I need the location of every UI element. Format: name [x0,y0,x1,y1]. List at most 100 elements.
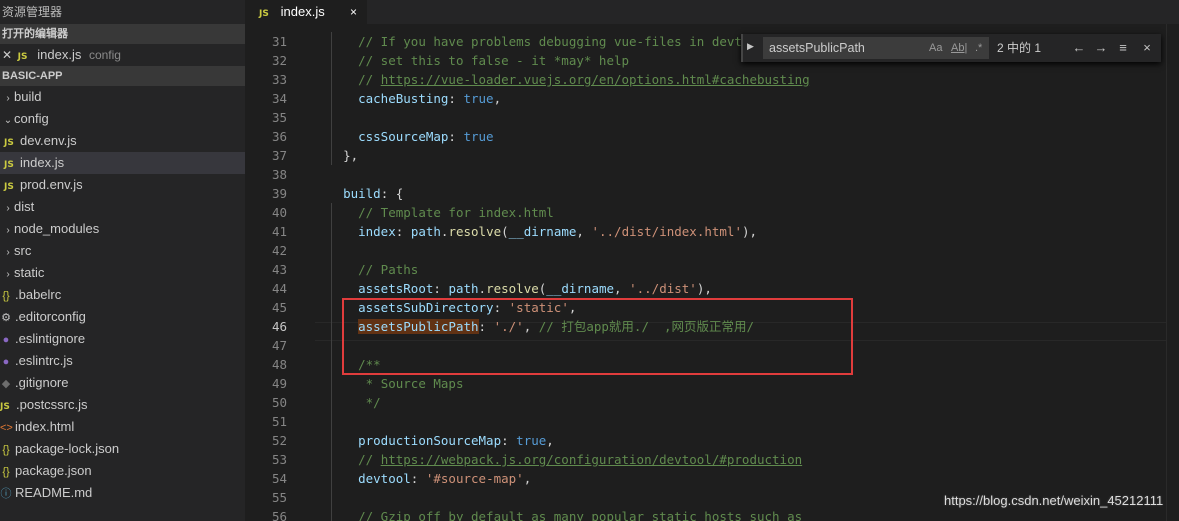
code-line[interactable]: // https://vue-loader.vuejs.org/en/optio… [328,70,1168,89]
tree-item-index-js[interactable]: JS index.js [0,152,245,174]
find-in-selection-icon[interactable]: ≡ [1115,34,1131,62]
tab-close-icon[interactable]: × [350,0,357,24]
open-editor-item[interactable]: ✕ JS index.js config [0,44,245,66]
code-line[interactable] [328,108,1168,127]
tree-item-index-html[interactable]: <> index.html [0,416,245,438]
close-find-icon[interactable]: × [1139,34,1155,62]
find-input[interactable]: assetsPublicPath Aa Ab| .* [763,37,989,59]
tree-item-package-json[interactable]: {} package.json [0,460,245,482]
code-line[interactable] [328,241,1168,260]
code-line[interactable]: */ [328,393,1168,412]
file-tree: › build ⌄ config JS dev.env.js JS index.js JS pro… [0,86,245,504]
code-line[interactable] [328,165,1168,184]
open-editor-filename: index.js [37,47,82,62]
chevron-right-icon: › [6,225,10,236]
code-line[interactable]: cacheBusting: true, [328,89,1168,108]
code-token: : [410,471,426,486]
code-line[interactable]: index: path.resolve(__dirname, '../dist/… [328,222,1168,241]
annotation-highlight-box [342,298,853,375]
tree-item-dot-gitignore[interactable]: ◆ .gitignore [0,372,245,394]
open-editors-header[interactable]: 打开的编辑器 [0,24,245,44]
code-editor[interactable]: 31 32 33 34 35 36 37 38 39 40 41 42 43 44 45 46 47 48 49 50… [245,24,1179,521]
code-line[interactable] [328,412,1168,431]
tree-item-dist[interactable]: › dist [0,196,245,218]
tab-index-js[interactable]: JS index.js × [245,0,367,24]
chevron-right-icon: › [6,269,10,280]
tree-item-static[interactable]: › static [0,262,245,284]
line-number: 39 [271,186,287,201]
line-number: 53 [271,452,287,467]
match-case-icon[interactable]: Aa [929,37,942,59]
json-file-icon: {} [2,444,10,456]
toggle-replace-chevron-icon[interactable]: ▶ [747,41,754,52]
eslint-file-icon: ● [2,334,10,346]
tree-item-label: src [14,243,32,258]
code-token: __dirname [508,224,577,239]
line-number: 43 [271,262,287,277]
tree-item-dot-eslintrc-js[interactable]: ● .eslintrc.js [0,350,245,372]
tree-item-README-md[interactable]: ⓘ README.md [0,482,245,504]
tree-item-label: package.json [15,463,92,478]
next-match-icon[interactable]: → [1093,34,1109,62]
code-token: : { [380,186,404,201]
tree-item-label: .postcssrc.js [16,397,88,412]
tree-item-package-lock-json[interactable]: {} package-lock.json [0,438,245,460]
previous-match-icon[interactable]: ← [1071,34,1087,62]
line-number: 34 [271,91,287,106]
code-line[interactable]: productionSourceMap: true, [328,431,1168,450]
code-token[interactable]: https://vue-loader.vuejs.org/en/options.… [381,72,810,87]
vertical-scrollbar[interactable] [1166,24,1179,521]
code-token: , [493,91,502,106]
code-line[interactable]: cssSourceMap: true [328,127,1168,146]
code-lines[interactable]: // If you have problems debugging vue-fi… [328,32,1168,521]
tree-item-label: static [14,265,45,280]
code-token[interactable]: https://webpack.js.org/configuration/dev… [381,452,802,467]
code-token: path [410,224,441,239]
code-token: build [343,186,381,201]
whole-word-icon[interactable]: Ab| [951,37,967,59]
code-line[interactable]: // https://webpack.js.org/configuration/… [328,450,1168,469]
tree-item-label: node_modules [14,221,100,236]
code-token: */ [365,395,381,410]
line-number: 31 [271,34,287,49]
code-line[interactable]: * Source Maps [328,374,1168,393]
code-line[interactable]: // Paths [328,260,1168,279]
code-token: '../dist/index.html' [591,224,742,239]
tree-item-dot-editorconfig[interactable]: ⚙ .editorconfig [0,306,245,328]
code-token: productionSourceMap [358,433,502,448]
tree-item-dot-babelrc[interactable]: {} .babelrc [0,284,245,306]
tree-item-label: package-lock.json [15,441,120,456]
code-token: cssSourceMap [358,129,449,144]
code-line[interactable]: assetsRoot: path.resolve(__dirname, '../… [328,279,1168,298]
code-token: , [614,281,630,296]
code-token: resolve [448,224,502,239]
tab-label: index.js [280,4,325,19]
tree-item-config[interactable]: ⌄ config [0,108,245,130]
close-icon[interactable]: ✕ [0,44,14,66]
regex-icon[interactable]: .* [975,37,982,59]
tree-item-label: index.js [20,155,65,170]
tree-item-dot-postcssrc-js[interactable]: JS .postcssrc.js [0,394,245,416]
code-token: '../dist' [629,281,697,296]
tree-item-node_modules[interactable]: › node_modules [0,218,245,240]
code-line[interactable]: devtool: '#source-map', [328,469,1168,488]
line-number: 32 [271,53,287,68]
find-result-count: 2 中的 1 [997,41,1042,55]
tree-item-build[interactable]: › build [0,86,245,108]
code-line[interactable]: // Template for index.html [328,203,1168,222]
code-line[interactable]: // Gzip off by default as many popular s… [328,507,1168,521]
tree-item-dev-env-js[interactable]: JS dev.env.js [0,130,245,152]
tree-item-dot-eslintignore[interactable]: ● .eslintignore [0,328,245,350]
line-number: 52 [271,433,287,448]
git-file-icon: ◆ [1,378,11,390]
code-line[interactable]: build: { [328,184,1168,203]
code-line[interactable]: }, [328,146,1168,165]
tree-item-src[interactable]: › src [0,240,245,262]
tree-item-prod-env-js[interactable]: JS prod.env.js [0,174,245,196]
code-token: // [358,452,381,467]
project-header[interactable]: BASIC-APP [0,66,245,86]
